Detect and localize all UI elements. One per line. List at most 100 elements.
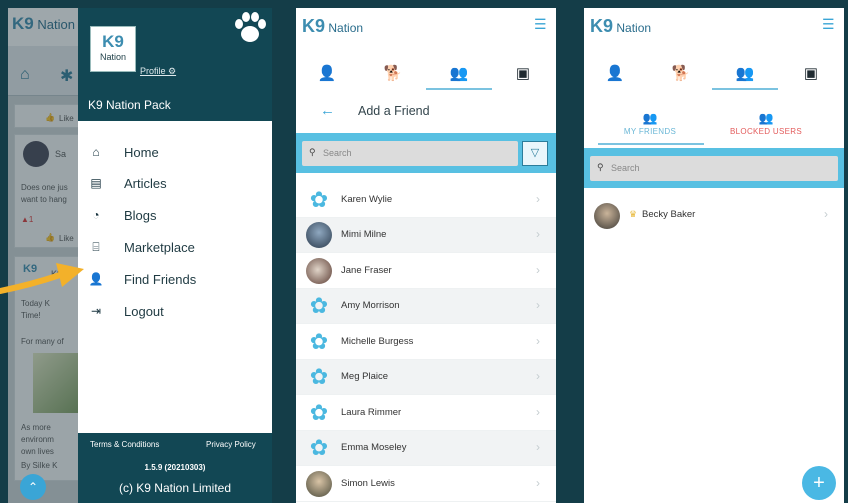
paw-avatar-icon: ✿ [309,293,329,318]
chevron-right-icon: › [536,263,540,277]
app-version: 1.5.9 (20210303) [144,463,206,472]
chevron-right-icon: › [536,334,540,348]
chevron-right-icon: › [536,369,540,383]
paw-avatar-icon: ✿ [309,187,329,212]
menu-item-label: Articles [124,176,167,191]
app-header: K9 Nation ☰ [296,8,556,46]
side-drawer: K9 Nation Profile ⚙ K9 Nation Pack ⌂ Hom… [78,8,272,503]
profile-tab-icon[interactable]: 👤 [600,64,630,82]
friends-tab-icon[interactable]: 👥 [730,64,760,82]
friend-name: Michelle Burgess [341,336,414,347]
profile-tab-icon[interactable]: 👤 [312,64,342,82]
basket-icon: ⌸ [92,240,100,254]
gallery-tab-icon[interactable]: ▣ [796,64,826,82]
hamburger-menu-icon[interactable]: ☰ [822,16,835,33]
profile-link[interactable]: Profile ⚙ [140,66,176,77]
chevron-right-icon: › [536,405,540,419]
gallery-tab-icon[interactable]: ▣ [508,64,538,82]
dog-tab-icon[interactable]: 🐕 [666,64,696,82]
terms-link[interactable]: Terms & Conditions [90,440,159,449]
tab-my-friends[interactable]: 👥 MY FRIENDS [590,111,710,136]
menu-item-marketplace[interactable]: ⌸ Marketplace [88,236,268,260]
filter-icon: ▽ [530,147,540,159]
back-arrow-icon[interactable]: ← [320,102,335,119]
page-title-bar: ← Add a Friend [296,100,556,124]
logout-icon: ⇥ [90,304,102,318]
menu-item-find-friends[interactable]: 👤 Find Friends [88,268,268,292]
paw-icon-graphic [235,12,266,42]
articles-icon: ▤ [90,176,102,190]
avatar [594,203,620,229]
paw-avatar-icon: ✿ [309,364,329,389]
friends-icon: 👥 [642,111,658,125]
tab-blocked-users[interactable]: 👥 BLOCKED USERS [706,111,826,136]
friend-row[interactable]: Mimi Milne › [296,218,556,253]
friend-name: Jane Fraser [341,265,392,276]
menu-item-label: Marketplace [124,240,195,255]
my-friends-screen: K9 Nation ☰ 👤 🐕 👥 ▣ 👥 MY FRIENDS 👥 BLOCK… [584,8,844,503]
chevron-right-icon: › [536,192,540,206]
page-title: Add a Friend [358,104,430,118]
avatar [306,258,332,284]
friend-row[interactable]: ✿ Emma Moseley › [296,431,556,466]
filter-button[interactable]: ▽ [522,141,548,166]
chevron-right-icon: › [536,476,540,490]
copyright: (c) K9 Nation Limited [118,481,232,495]
friend-name: Simon Lewis [341,478,395,489]
hamburger-menu-icon[interactable]: ☰ [534,16,547,33]
menu-item-label: Blogs [124,208,157,223]
friend-name: Mimi Milne [341,229,387,240]
add-friend-button[interactable]: + [802,466,836,500]
search-icon: ⚲ [309,147,316,157]
blocked-users-icon: 👥 [758,111,774,125]
active-tab-indicator [598,143,704,145]
search-bar: ⚲ Search [584,148,844,188]
menu-item-label: Find Friends [124,272,197,287]
friend-name: Meg Plaice [341,371,388,382]
chevron-right-icon: › [536,227,540,241]
friend-name: Laura Rimmer [341,407,402,418]
paw-avatar-icon: ✿ [309,435,329,460]
friend-row[interactable]: ♛ Becky Baker › [584,203,844,237]
friend-row[interactable]: ✿ Meg Plaice › [296,360,556,395]
dog-tab-icon[interactable]: 🐕 [378,64,408,82]
chevron-right-icon: › [824,207,828,221]
friends-tab-icon[interactable]: 👥 [444,64,474,82]
friend-row[interactable]: ✿ Michelle Burgess › [296,325,556,360]
drawer-logo[interactable]: K9 Nation [90,26,136,72]
friend-row[interactable]: ✿ Karen Wylie › [296,183,556,218]
privacy-link[interactable]: Privacy Policy [206,440,256,449]
friend-row[interactable]: Jane Fraser › [296,254,556,289]
tab-label: BLOCKED USERS [730,127,802,136]
annotation-arrow-icon [0,263,84,294]
pack-title: K9 Nation Pack [88,98,171,112]
menu-item-label: Home [124,145,159,160]
home-icon: ⌂ [92,145,100,159]
friend-row[interactable]: ✿ Laura Rimmer › [296,396,556,431]
friend-name: Karen Wylie [341,194,393,205]
friend-name: Becky Baker [642,209,696,220]
friend-row[interactable]: ✿ Amy Morrison › [296,289,556,324]
app-logo[interactable]: K9 Nation [302,16,363,37]
friend-name: Amy Morrison [341,300,400,311]
tab-bar: 👤 🐕 👥 ▣ [296,58,556,92]
active-tab-indicator [712,88,778,90]
search-placeholder: Search [323,148,352,158]
paw-avatar-icon: ✿ [309,329,329,354]
scroll-top-button[interactable]: ⌃ [20,474,46,500]
search-input[interactable]: ⚲ Search [590,156,838,181]
chevron-right-icon: › [536,298,540,312]
menu-item-home[interactable]: ⌂ Home [88,141,268,165]
menu-item-articles[interactable]: ▤ Articles [88,172,268,196]
friend-row[interactable]: Simon Lewis › [296,467,556,502]
search-input[interactable]: ⚲ Search [302,141,518,166]
app-logo[interactable]: K9 Nation [590,16,651,37]
menu-item-logout[interactable]: ⇥ Logout [88,300,268,324]
crown-icon: ♛ [629,209,638,219]
tab-label: MY FRIENDS [623,127,677,136]
rss-icon: ◔ [92,208,100,222]
friend-name: Emma Moseley [341,442,407,453]
search-placeholder: Search [611,163,640,173]
menu-item-blogs[interactable]: ◔ Blogs [88,204,268,228]
avatar [306,471,332,497]
